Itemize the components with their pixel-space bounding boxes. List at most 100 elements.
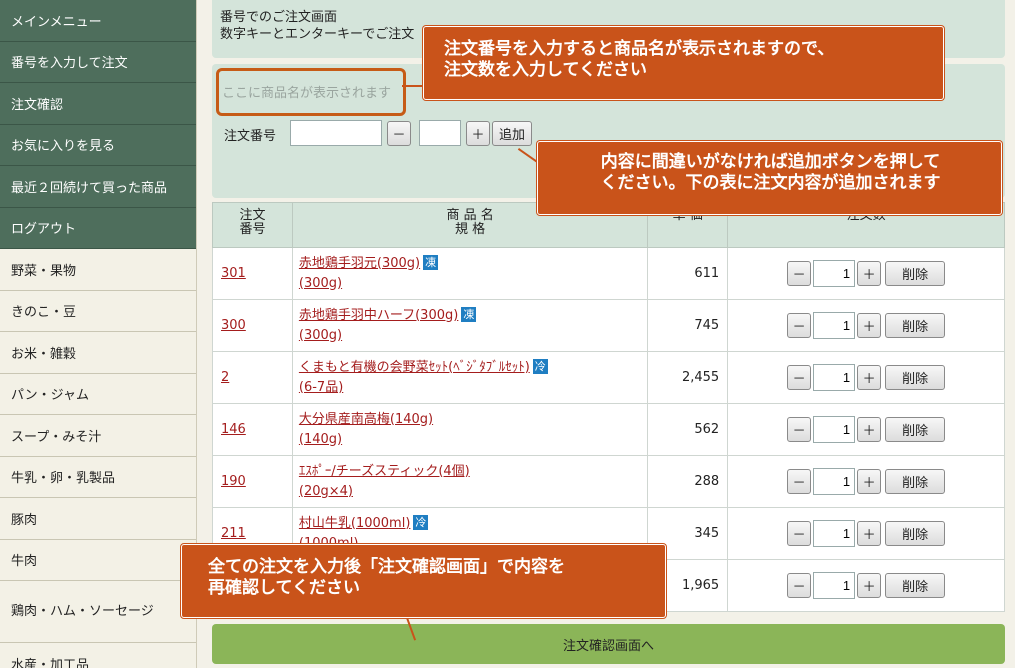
row-delete-button[interactable]: 削除 bbox=[885, 521, 946, 546]
order-number-link[interactable]: 211 bbox=[221, 526, 246, 541]
row-qty-input[interactable] bbox=[813, 260, 856, 287]
order-number-input[interactable] bbox=[290, 120, 382, 146]
sidebar-item[interactable]: 最近２回続けて買った商品 bbox=[0, 166, 196, 208]
callout-confirm: 全ての注文を入力後「注文確認画面」で内容を 再確認してください bbox=[181, 544, 666, 618]
sidebar-item[interactable]: パン・ジャム bbox=[0, 373, 196, 415]
table-row: 301 赤地鶏手羽元(300g)凍 (300g) 611 － ＋削除 bbox=[212, 247, 1005, 300]
product-spec-link[interactable]: (140g) bbox=[299, 432, 342, 447]
row-qty-input[interactable] bbox=[813, 364, 856, 391]
product-name-link[interactable]: 村山牛乳(1000ml) bbox=[299, 516, 411, 531]
product-cell: 大分県産南高梅(140g) (140g) bbox=[291, 403, 649, 456]
row-plus-button[interactable]: ＋ bbox=[857, 313, 882, 338]
product-name-link[interactable]: ｴｽﾎﾟｰ/チーズスティック(4個) bbox=[299, 464, 470, 479]
callout-2-line1: 内容に間違いがなければ追加ボタンを押して bbox=[600, 152, 941, 172]
row-plus-button[interactable]: ＋ bbox=[857, 417, 882, 442]
add-button[interactable]: 追加 bbox=[492, 121, 532, 146]
row-minus-button[interactable]: － bbox=[787, 521, 812, 546]
table-row: 146 大分県産南高梅(140g) (140g) 562 － ＋削除 bbox=[212, 403, 1005, 456]
row-plus-button[interactable]: ＋ bbox=[857, 365, 882, 390]
qty-plus-button[interactable]: ＋ bbox=[466, 121, 490, 146]
order-number-cell: 2 bbox=[212, 351, 293, 404]
row-qty-input[interactable] bbox=[813, 572, 856, 599]
qty-minus-button[interactable]: － bbox=[387, 121, 411, 146]
row-delete-button[interactable]: 削除 bbox=[885, 365, 946, 390]
row-delete-button[interactable]: 削除 bbox=[885, 313, 946, 338]
order-number-link[interactable]: 301 bbox=[221, 266, 246, 281]
row-minus-button[interactable]: － bbox=[787, 573, 812, 598]
product-name-line: 大分県産南高梅(140g) bbox=[299, 410, 647, 430]
sidebar-item[interactable]: メインメニュー bbox=[0, 0, 196, 42]
callout-add-button: 内容に間違いがなければ追加ボタンを押して ください。下の表に注文内容が追加されま… bbox=[537, 141, 1002, 215]
product-cell: 赤地鶏手羽元(300g) 凍 (300g) bbox=[291, 247, 649, 300]
sidebar-item[interactable]: きのこ・豆 bbox=[0, 290, 196, 332]
table-row: 300 赤地鶏手羽中ハーフ(300g)凍 (300g) 745 － ＋削除 bbox=[212, 299, 1005, 352]
product-spec-link[interactable]: (300g) bbox=[299, 276, 342, 291]
order-number-link[interactable]: 190 bbox=[221, 474, 246, 489]
row-plus-button[interactable]: ＋ bbox=[857, 573, 882, 598]
product-cell: 赤地鶏手羽中ハーフ(300g) 凍 (300g) bbox=[291, 299, 649, 352]
quantity-stepper: － ＋削除 bbox=[728, 260, 1004, 287]
order-number-link[interactable]: 300 bbox=[221, 318, 246, 333]
row-delete-button[interactable]: 削除 bbox=[885, 261, 946, 286]
order-number-link[interactable]: 146 bbox=[221, 422, 246, 437]
table-row: 2 くまもと有機の会野菜ｾｯﾄ(ﾍﾞｼﾞﾀﾌﾞﾙｾｯﾄ) 冷 (6-7品) 2,455 －… bbox=[212, 351, 1005, 404]
row-delete-button[interactable]: 削除 bbox=[885, 469, 946, 494]
product-spec-line: (300g) bbox=[299, 326, 647, 346]
row-qty-input[interactable] bbox=[813, 416, 856, 443]
product-spec-line: (6-7品) bbox=[299, 378, 647, 398]
quantity-cell: － ＋削除 bbox=[727, 299, 1005, 352]
sidebar-item[interactable]: 注文確認 bbox=[0, 83, 196, 125]
row-qty-input[interactable] bbox=[813, 520, 856, 547]
product-name-line: 赤地鶏手羽元(300g) 凍 bbox=[299, 254, 647, 274]
product-spec-link[interactable]: (300g) bbox=[299, 328, 342, 343]
product-name-link[interactable]: 赤地鶏手羽中ハーフ(300g) bbox=[299, 308, 458, 323]
unit-price-cell: 2,455 bbox=[647, 351, 729, 404]
sidebar-item[interactable]: 番号を入力して注文 bbox=[0, 41, 196, 83]
product-spec-link[interactable]: (20g×4) bbox=[299, 484, 353, 499]
callout-3-line1: 全ての注文を入力後「注文確認画面」で内容を bbox=[208, 557, 565, 577]
qty-input[interactable] bbox=[419, 120, 461, 146]
product-spec-link[interactable]: (6-7品) bbox=[299, 380, 343, 395]
row-plus-button[interactable]: ＋ bbox=[857, 261, 882, 286]
row-plus-button[interactable]: ＋ bbox=[857, 469, 882, 494]
row-minus-button[interactable]: － bbox=[787, 365, 812, 390]
sidebar-item[interactable]: ログアウト bbox=[0, 207, 196, 249]
row-qty-input[interactable] bbox=[813, 312, 856, 339]
order-number-link[interactable]: 2 bbox=[221, 370, 229, 385]
order-number-cell: 301 bbox=[212, 247, 293, 300]
col-order-number-line2: 番号 bbox=[239, 222, 266, 237]
confirm-order-button[interactable]: 注文確認画面へ bbox=[212, 624, 1005, 664]
product-name-link[interactable]: 大分県産南高梅(140g) bbox=[299, 412, 433, 427]
row-minus-button[interactable]: － bbox=[787, 469, 812, 494]
row-delete-button[interactable]: 削除 bbox=[885, 417, 946, 442]
sidebar-item[interactable]: 牛肉 bbox=[0, 539, 196, 581]
row-minus-button[interactable]: － bbox=[787, 313, 812, 338]
row-qty-input[interactable] bbox=[813, 468, 856, 495]
row-plus-button[interactable]: ＋ bbox=[857, 521, 882, 546]
storage-badge-icon: 冷 bbox=[413, 514, 429, 530]
order-number-cell: 190 bbox=[212, 455, 293, 508]
sidebar-item[interactable]: 豚肉 bbox=[0, 498, 196, 540]
sidebar-item[interactable]: お気に入りを見る bbox=[0, 124, 196, 166]
row-delete-button[interactable]: 削除 bbox=[885, 573, 946, 598]
product-cell: くまもと有機の会野菜ｾｯﾄ(ﾍﾞｼﾞﾀﾌﾞﾙｾｯﾄ) 冷 (6-7品) bbox=[291, 351, 649, 404]
row-minus-button[interactable]: － bbox=[787, 261, 812, 286]
order-number-cell: 300 bbox=[212, 299, 293, 352]
row-minus-button[interactable]: － bbox=[787, 417, 812, 442]
sidebar-item[interactable]: 野菜・果物 bbox=[0, 249, 196, 291]
sidebar-item[interactable]: お米・雑穀 bbox=[0, 332, 196, 374]
unit-price-cell: 611 bbox=[647, 247, 729, 300]
product-name-link[interactable]: 赤地鶏手羽元(300g) bbox=[299, 256, 420, 271]
sidebar-item[interactable]: 鶏肉・ハム・ソーセージ bbox=[0, 581, 196, 643]
quantity-stepper: － ＋削除 bbox=[728, 312, 1004, 339]
quantity-stepper: － ＋削除 bbox=[728, 416, 1004, 443]
product-spec-line: (140g) bbox=[299, 430, 647, 450]
sidebar-item[interactable]: スープ・みそ汁 bbox=[0, 415, 196, 457]
storage-badge-icon: 凍 bbox=[423, 254, 439, 270]
product-name-line: ｴｽﾎﾟｰ/チーズスティック(4個) bbox=[299, 462, 647, 482]
sidebar-item[interactable]: 水産・加工品 bbox=[0, 643, 196, 668]
sidebar-item[interactable]: 牛乳・卵・乳製品 bbox=[0, 456, 196, 498]
quantity-stepper: － ＋削除 bbox=[728, 364, 1004, 391]
product-name-link[interactable]: くまもと有機の会野菜ｾｯﾄ(ﾍﾞｼﾞﾀﾌﾞﾙｾｯﾄ) bbox=[299, 360, 530, 375]
callout-3-line2: 再確認してください bbox=[208, 578, 360, 598]
